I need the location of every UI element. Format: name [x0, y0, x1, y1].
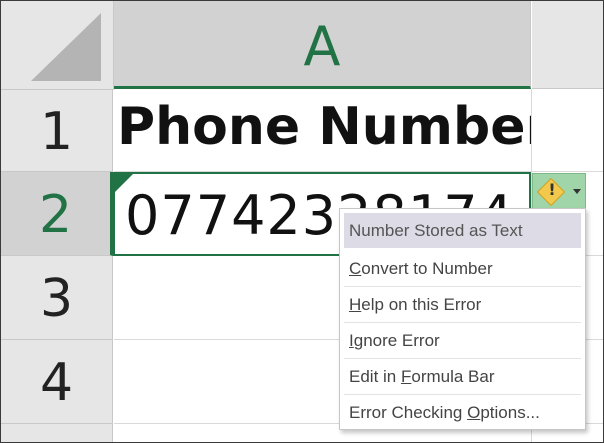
menu-item-convert-to-number[interactable]: Convert to Number — [344, 251, 581, 286]
spreadsheet-window: A 1 2 3 4 Phone Number 07742328174 ! Num… — [0, 0, 604, 443]
column-header-a[interactable]: A — [114, 1, 531, 89]
row-header-5[interactable] — [1, 424, 113, 442]
menu-item-error-checking-options[interactable]: Error Checking Options... — [344, 395, 581, 430]
select-all-triangle-icon — [31, 13, 101, 81]
row-header-3[interactable]: 3 — [1, 256, 113, 340]
row-header-4-label: 4 — [39, 353, 74, 413]
error-options-menu: Number Stored as Text Convert to Number … — [339, 208, 586, 430]
chevron-down-icon — [573, 189, 581, 194]
error-checking-button[interactable]: ! — [532, 173, 586, 209]
menu-item-edit-in-formula-bar[interactable]: Edit in Formula Bar — [344, 359, 581, 394]
row-header-1-label: 1 — [39, 102, 74, 162]
row-header-2[interactable]: 2 — [1, 172, 113, 256]
row-header-4[interactable]: 4 — [1, 340, 113, 424]
column-header-b[interactable] — [532, 1, 603, 89]
menu-item-help-on-error[interactable]: Help on this Error — [344, 287, 581, 322]
menu-item-ignore-error[interactable]: Ignore Error — [344, 323, 581, 358]
cell-a1[interactable]: Phone Number — [117, 97, 531, 169]
row-header-3-label: 3 — [39, 269, 74, 329]
row-header-2-label: 2 — [38, 185, 73, 245]
menu-title: Number Stored as Text — [344, 213, 581, 248]
select-all-button[interactable] — [1, 1, 114, 90]
column-header-a-label: A — [303, 15, 341, 78]
row-header-1[interactable]: 1 — [1, 90, 113, 172]
exclamation-glyph: ! — [548, 180, 556, 199]
